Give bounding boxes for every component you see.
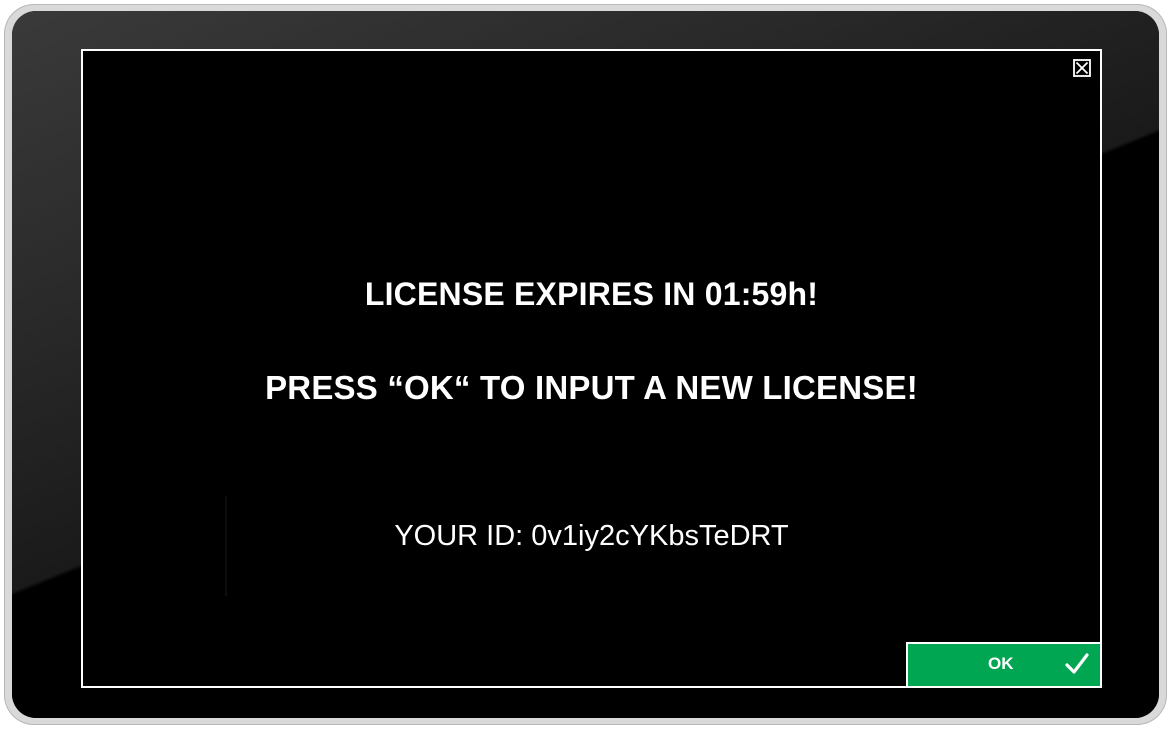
close-icon[interactable] (1073, 59, 1091, 77)
license-expiry-message: LICENSE EXPIRES IN 01:59h! (364, 276, 819, 312)
license-instruction-message: PRESS “OK“ TO INPUT A NEW LICENSE! (265, 369, 918, 406)
license-dialog-screen: LICENSE EXPIRES IN 01:59h! PRESS “OK“ TO… (81, 49, 1102, 688)
device-frame: LICENSE EXPIRES IN 01:59h! PRESS “OK“ TO… (4, 4, 1167, 725)
user-id-text: YOUR ID: 0v1iy2cYKbsTeDRT (394, 520, 789, 552)
ok-button[interactable]: OK (906, 642, 1102, 688)
checkmark-icon (1064, 651, 1090, 677)
device-bezel: LICENSE EXPIRES IN 01:59h! PRESS “OK“ TO… (12, 11, 1159, 718)
ok-button-label: OK (988, 654, 1014, 673)
